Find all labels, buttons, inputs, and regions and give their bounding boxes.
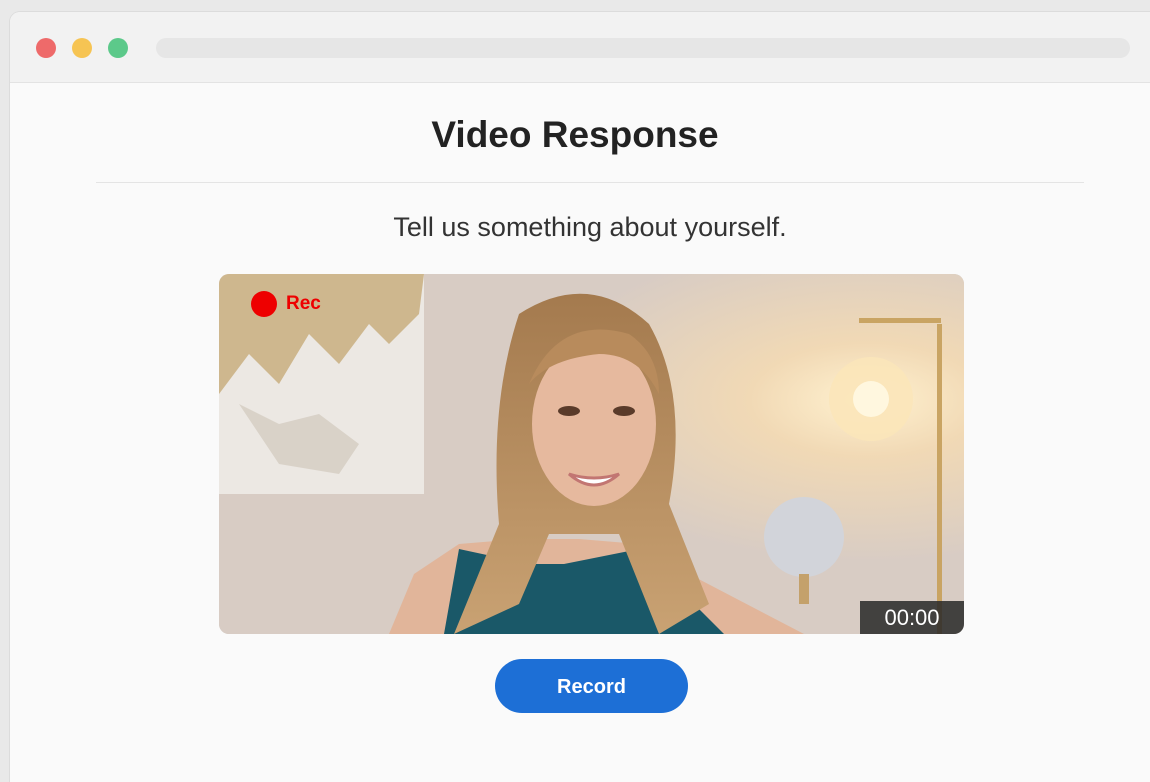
browser-titlebar (10, 12, 1150, 83)
recording-timer: 00:00 (860, 601, 964, 634)
address-bar[interactable] (156, 38, 1130, 58)
minimize-window-button[interactable] (72, 38, 92, 58)
recording-indicator: Rec (251, 291, 321, 317)
close-window-button[interactable] (36, 38, 56, 58)
question-prompt: Tell us something about yourself. (393, 212, 787, 242)
video-preview: Rec 00:00 (219, 274, 964, 634)
video-frame-illustration (219, 274, 964, 634)
recording-dot-icon (251, 291, 277, 317)
page-title: Video Response (431, 114, 719, 155)
record-button[interactable]: Record (495, 659, 688, 713)
title-divider (96, 182, 1084, 183)
maximize-window-button[interactable] (108, 38, 128, 58)
recording-label: Rec (286, 293, 321, 314)
